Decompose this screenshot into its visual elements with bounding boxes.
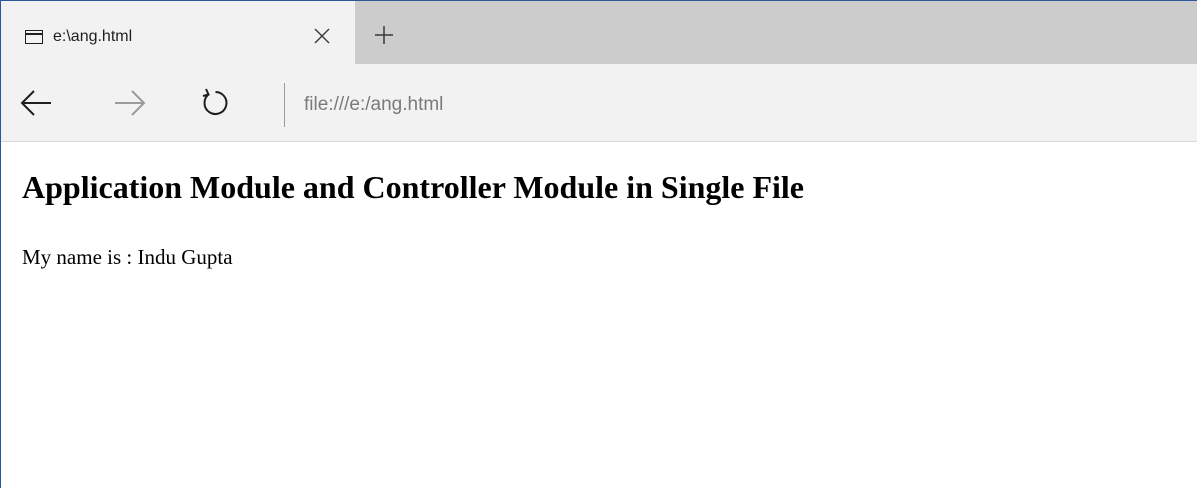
tab-strip: e:\ang.html [1, 1, 1197, 64]
navigation-toolbar [1, 64, 1197, 142]
close-icon[interactable] [310, 24, 334, 48]
page-text: My name is : Indu Gupta [22, 245, 233, 269]
tab-ang-html[interactable]: e:\ang.html [1, 1, 355, 64]
page-icon [25, 30, 43, 44]
tab-title: e:\ang.html [53, 28, 133, 45]
page-content: Application Module and Controller Module… [1, 143, 1197, 488]
forward-arrow-icon[interactable] [109, 82, 149, 122]
address-bar[interactable] [304, 92, 1164, 118]
back-arrow-icon[interactable] [17, 82, 57, 122]
refresh-icon[interactable] [195, 82, 235, 122]
browser-window: e:\ang.html file:///e:/ang.html Applicat… [0, 0, 1197, 488]
plus-icon[interactable] [371, 22, 397, 48]
toolbar-divider [284, 83, 285, 127]
page-heading: Application Module and Controller Module… [22, 169, 804, 205]
